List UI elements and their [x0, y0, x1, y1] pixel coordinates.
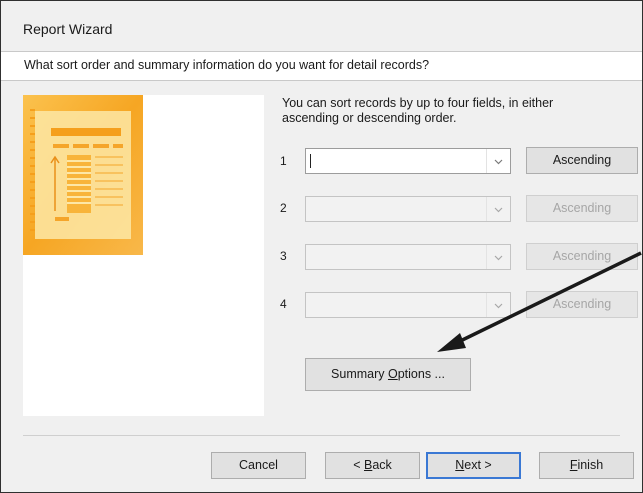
- question-header: What sort order and summary information …: [1, 51, 642, 81]
- sort-row-1-number: 1: [280, 154, 287, 168]
- sort-row-4-number: 4: [280, 297, 287, 311]
- chevron-down-icon[interactable]: [493, 204, 504, 215]
- chevron-down-icon[interactable]: [493, 252, 504, 263]
- question-text: What sort order and summary information …: [24, 58, 430, 72]
- text-caret: [310, 154, 311, 168]
- title-bar: Report Wizard: [1, 1, 642, 51]
- back-button[interactable]: < Back: [325, 452, 420, 479]
- sort-field-1-combo[interactable]: [305, 148, 511, 174]
- sort-field-3-combo[interactable]: [305, 244, 511, 270]
- finish-button[interactable]: Finish: [539, 452, 634, 479]
- report-wizard-dialog: Report Wizard What sort order and summar…: [0, 0, 643, 493]
- next-button[interactable]: Next >: [426, 452, 521, 479]
- sort-row-3-number: 3: [280, 249, 287, 263]
- chevron-down-icon[interactable]: [493, 300, 504, 311]
- sort-field-4-combo[interactable]: [305, 292, 511, 318]
- sort-order-1-button[interactable]: Ascending: [526, 147, 638, 174]
- window-title: Report Wizard: [23, 21, 113, 37]
- preview-panel: [23, 95, 264, 416]
- sort-row-2-number: 2: [280, 201, 287, 215]
- sort-order-2-button[interactable]: Ascending: [526, 195, 638, 222]
- instructions-text: You can sort records by up to four field…: [282, 96, 554, 125]
- cancel-button[interactable]: Cancel: [211, 452, 306, 479]
- report-preview-icon: [23, 95, 143, 255]
- summary-options-button[interactable]: Summary Options ...: [305, 358, 471, 391]
- sort-field-2-combo[interactable]: [305, 196, 511, 222]
- sort-order-3-button[interactable]: Ascending: [526, 243, 638, 270]
- chevron-down-icon[interactable]: [493, 156, 504, 167]
- sort-order-4-button[interactable]: Ascending: [526, 291, 638, 318]
- footer-separator: [23, 435, 620, 436]
